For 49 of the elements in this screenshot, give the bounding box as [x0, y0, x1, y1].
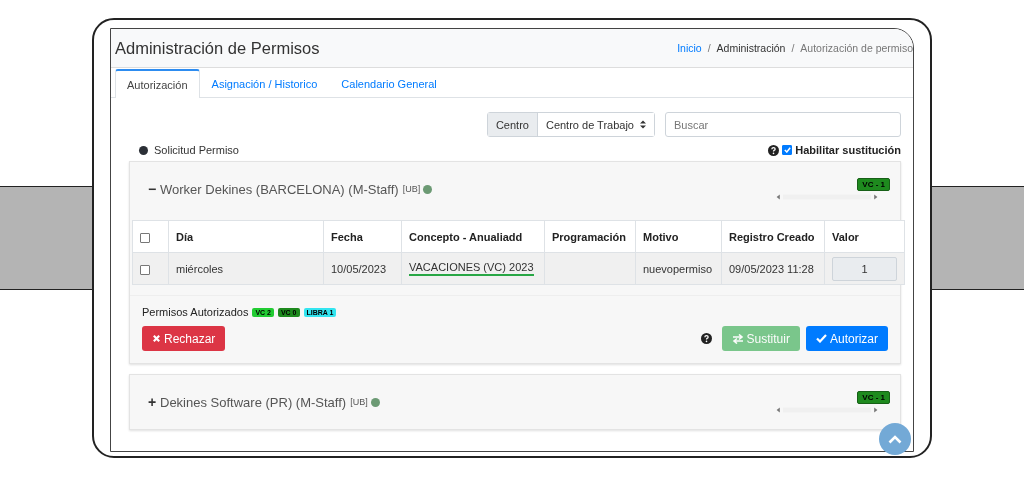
- row-checkbox[interactable]: [140, 264, 150, 275]
- column-header: Registro Creado: [721, 220, 825, 253]
- table-cell: 09/05/2023 11:28: [721, 252, 825, 285]
- column-header: Motivo: [635, 220, 722, 253]
- balance-badge: VC - 1: [857, 390, 890, 404]
- column-header: Día: [168, 220, 324, 253]
- status-dot: [370, 397, 380, 407]
- status-dot: [423, 184, 433, 194]
- breadcrumb-separator: /: [707, 42, 711, 54]
- center-select[interactable]: Centro Centro de Trabajo: [486, 112, 655, 137]
- column-header: Valor: [824, 220, 905, 253]
- help-icon[interactable]: [768, 144, 780, 156]
- value-field[interactable]: 1: [832, 256, 897, 281]
- close-icon: [152, 334, 161, 343]
- breadcrumb-item: Autorización de permiso: [800, 42, 913, 54]
- chevron-up-icon: [888, 434, 902, 444]
- breadcrumb-link[interactable]: Inicio: [677, 42, 702, 54]
- tab[interactable]: Autorización: [115, 69, 200, 98]
- employee-name: Worker Dekines (BARCELONA) (M-Staff): [160, 181, 399, 197]
- authorize-button[interactable]: Autorizar: [805, 326, 888, 351]
- legend-dot: [139, 145, 148, 155]
- column-header: Programación: [544, 220, 636, 253]
- employee-tag: [UB]: [350, 397, 368, 407]
- page-title: Administración de Permisos: [115, 38, 321, 58]
- search-field[interactable]: Buscar: [665, 112, 901, 137]
- substitution-label: Habilitar sustitución: [795, 144, 901, 156]
- employee-name: Dekines Software (PR) (M-Staff): [160, 394, 347, 410]
- column-header: Concepto - Anualiadd: [401, 220, 545, 253]
- substitution-checkbox[interactable]: [782, 145, 793, 155]
- authorized-label: Permisos Autorizados: [142, 306, 249, 318]
- reject-button[interactable]: Rechazar: [142, 326, 226, 351]
- toggle-icon[interactable]: −: [148, 181, 160, 197]
- table-cell: miércoles: [168, 252, 324, 285]
- check-icon: [815, 334, 827, 343]
- table-cell: 10/05/2023: [323, 252, 402, 285]
- column-header: Fecha: [323, 220, 402, 253]
- help-icon[interactable]: [700, 333, 712, 344]
- tab[interactable]: Asignación / Historico: [199, 69, 330, 97]
- legend-label: Solicitud Permiso: [154, 144, 239, 156]
- employee-tag: [UB]: [402, 184, 421, 194]
- breadcrumb-item: Administración: [716, 42, 786, 54]
- table-cell: nuevopermiso: [635, 252, 722, 285]
- swap-arrows-icon: [731, 333, 744, 344]
- toggle-icon[interactable]: +: [148, 394, 160, 410]
- balance-badge: VC - 1: [857, 177, 890, 191]
- tab[interactable]: Calendario General: [329, 69, 449, 97]
- sort-caret-icon: [640, 120, 646, 129]
- select-all-checkbox[interactable]: [140, 232, 150, 243]
- breadcrumb-separator: /: [791, 42, 795, 54]
